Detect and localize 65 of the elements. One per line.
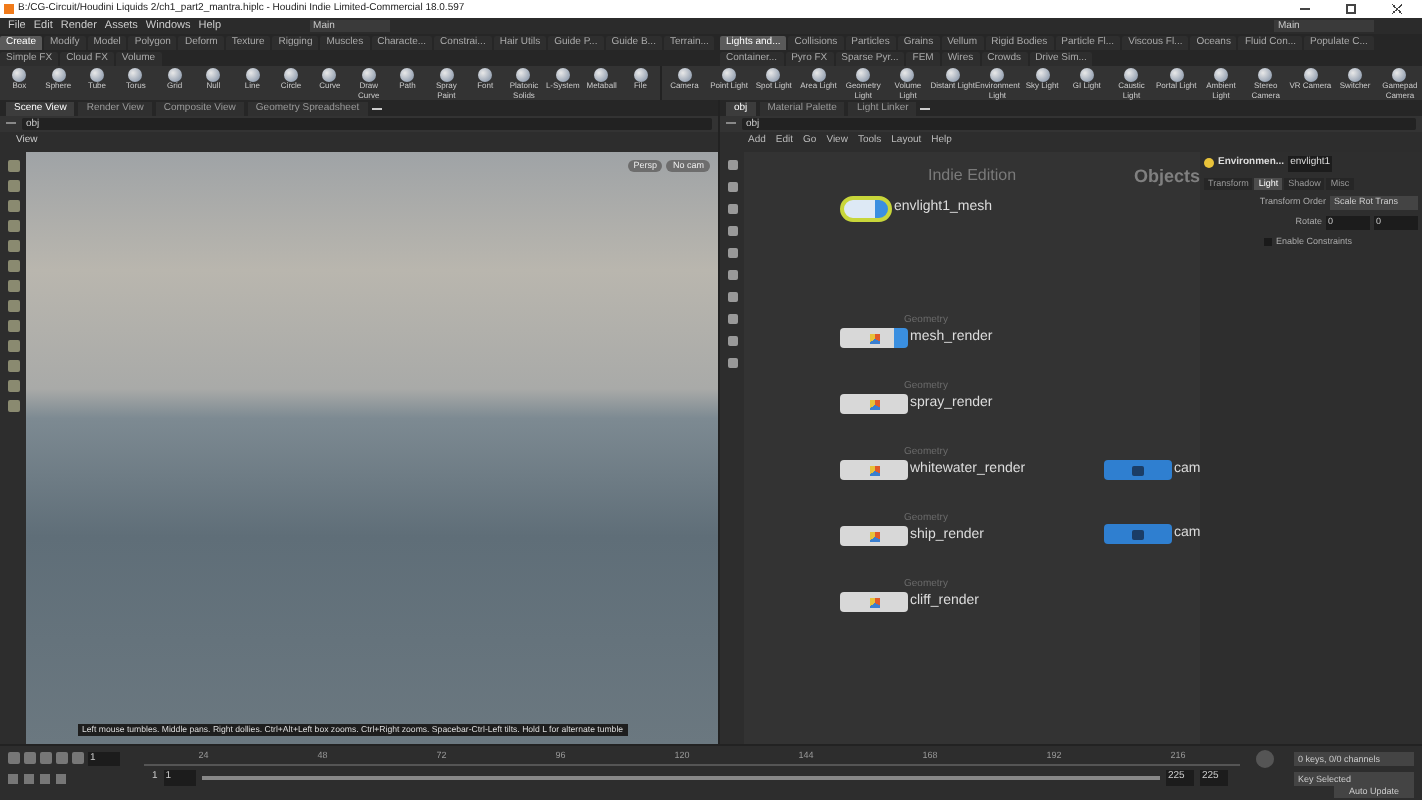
shelf-tool-icon bbox=[51, 68, 66, 82]
shelf-tool-icon bbox=[439, 68, 454, 82]
tool-icon[interactable] bbox=[727, 182, 737, 192]
shelf-tool-icon bbox=[361, 68, 376, 82]
shelf-tool-icon bbox=[167, 68, 182, 82]
shelf-tool-icon bbox=[90, 68, 105, 82]
app-logo-icon bbox=[4, 4, 14, 14]
light-bulb-node[interactable] bbox=[840, 196, 892, 222]
geometry-node[interactable] bbox=[840, 592, 908, 613]
tool-icon[interactable] bbox=[727, 226, 737, 236]
shelf-tool-icon bbox=[594, 68, 609, 82]
shelf-tool-icon bbox=[1303, 68, 1318, 82]
shelf-tool-icon bbox=[322, 68, 337, 82]
shelf-tool-icon bbox=[945, 68, 960, 82]
shelf-tool-icon bbox=[722, 68, 737, 82]
shelf-tool-icon bbox=[1079, 68, 1094, 82]
camera-node[interactable] bbox=[1104, 460, 1172, 481]
shelf-tool-icon bbox=[1169, 68, 1184, 82]
light-icon bbox=[1204, 158, 1214, 169]
tool-icon[interactable] bbox=[727, 336, 737, 346]
shelf-tool-icon bbox=[555, 68, 570, 82]
shelf-tool-icon bbox=[400, 68, 415, 82]
camera-node[interactable] bbox=[1104, 524, 1172, 545]
geometry-node[interactable] bbox=[840, 394, 908, 415]
shelf-tool-icon bbox=[1035, 68, 1050, 82]
maximize-icon[interactable] bbox=[1346, 4, 1356, 14]
shelf-tool-icon bbox=[1258, 68, 1273, 82]
shelf-tool-icon bbox=[990, 68, 1005, 82]
geometry-icon bbox=[869, 597, 879, 608]
shelf-tool-icon bbox=[1213, 68, 1228, 82]
geometry-icon bbox=[869, 531, 879, 542]
shelf-tool-icon bbox=[516, 68, 531, 82]
shelf-tool-icon bbox=[478, 68, 493, 82]
shelf-tool-icon bbox=[677, 68, 692, 82]
shelf-tool-icon bbox=[1348, 68, 1363, 82]
context-label: Objects bbox=[1134, 164, 1201, 190]
geometry-icon bbox=[869, 465, 879, 476]
geometry-node[interactable] bbox=[840, 526, 908, 547]
shelf-tool-icon bbox=[633, 68, 648, 82]
shelf-tool-icon bbox=[128, 68, 143, 82]
camera-icon bbox=[1132, 465, 1144, 476]
shelf-tool-icon bbox=[900, 68, 915, 82]
tool-icon[interactable] bbox=[727, 160, 737, 170]
tool-icon[interactable] bbox=[727, 204, 737, 214]
tool-icon[interactable] bbox=[727, 314, 737, 324]
shelf-tool-icon bbox=[12, 68, 27, 82]
camera-icon bbox=[1132, 529, 1144, 540]
tool-icon[interactable] bbox=[727, 358, 737, 368]
tool-icon[interactable] bbox=[727, 292, 737, 302]
close-icon[interactable] bbox=[1392, 4, 1402, 14]
geometry-node[interactable] bbox=[840, 328, 908, 349]
shelf-tool-icon bbox=[856, 68, 871, 82]
shelf-tool-icon bbox=[284, 68, 299, 82]
shelf-tool-icon bbox=[1392, 68, 1407, 82]
geometry-icon bbox=[869, 333, 879, 344]
geometry-icon bbox=[869, 399, 879, 410]
tool-icon[interactable] bbox=[727, 270, 737, 280]
tool-icon[interactable] bbox=[727, 248, 737, 258]
shelf-tool-icon bbox=[766, 68, 781, 82]
shelf-tool-icon bbox=[1124, 68, 1139, 82]
shelf-tool-icon bbox=[811, 68, 826, 82]
geometry-node[interactable] bbox=[840, 460, 908, 481]
edition-label: Indie Edition bbox=[928, 164, 1017, 188]
shelf-tool-icon bbox=[245, 68, 260, 82]
shelf-tool-icon bbox=[206, 68, 221, 82]
